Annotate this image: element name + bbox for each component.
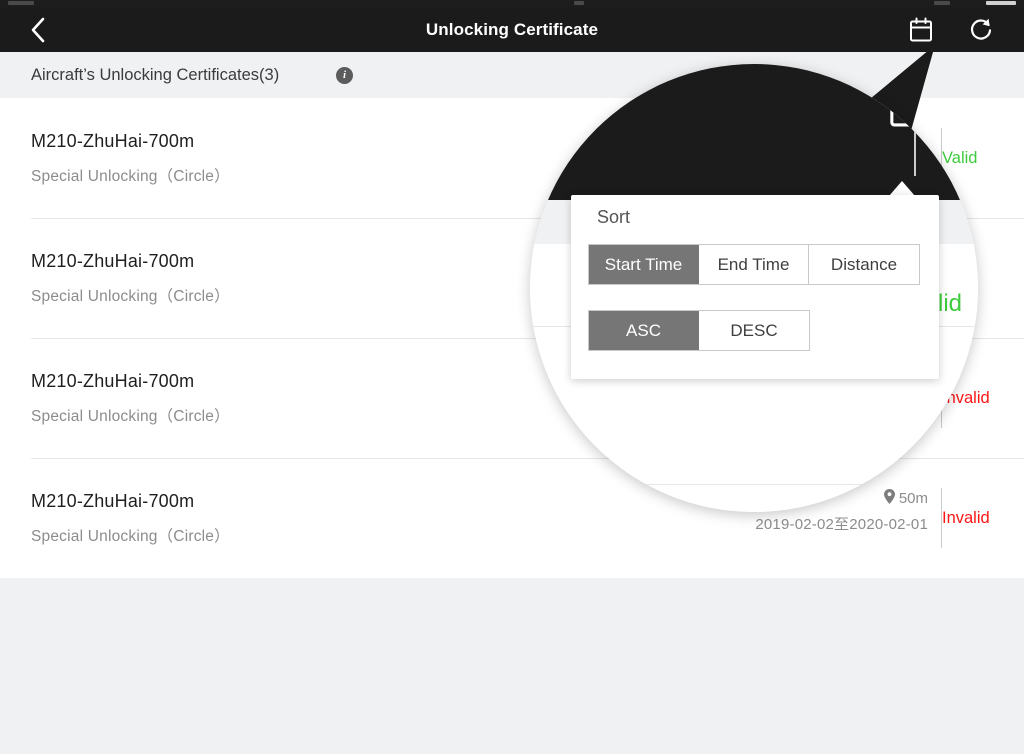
app-bar: Unlocking Certificate (0, 7, 1024, 52)
certificate-name: M210-ZhuHai-700m (31, 131, 195, 151)
magnified-row-divider (530, 484, 978, 485)
status-bar-center-indicator (574, 1, 584, 5)
sort-popup-title: Sort (597, 207, 631, 227)
status-bar-left-indicator (8, 1, 34, 5)
magnified-calendar-icon[interactable] (886, 86, 930, 130)
os-status-strip (0, 0, 1024, 7)
sort-order-segmented-control: ASC DESC (588, 310, 810, 351)
app-screen: Unlocking Certificate Aircraft’s Unlocki… (0, 0, 1024, 754)
sort-order-asc[interactable]: ASC (589, 311, 699, 350)
certificate-name: M210-ZhuHai-700m (31, 491, 195, 511)
magnified-status-badge: lid (938, 290, 963, 317)
page-title: Unlocking Certificate (425, 20, 599, 39)
magnified-status-badge: nvalid (922, 456, 978, 483)
magnified-status-badge: Valid (946, 84, 978, 111)
sort-option-start-time[interactable]: Start Time (589, 245, 699, 284)
calendar-icon[interactable] (902, 12, 940, 48)
status-bar-battery-indicator (986, 1, 1016, 5)
sort-option-distance[interactable]: Distance (809, 245, 919, 284)
magnified-row-divider-vertical (914, 64, 916, 176)
sort-popup-pointer (889, 181, 915, 196)
certificate-type: Special Unlocking（Circle） (31, 528, 230, 545)
certificate-type: Special Unlocking（Circle） (31, 408, 230, 425)
sort-popup: Sort Start Time End Time Distance ASC DE… (571, 195, 939, 379)
status-bar-signal-indicator (934, 1, 950, 5)
certificate-type: Special Unlocking（Circle） (31, 168, 230, 185)
certificate-type: Special Unlocking（Circle） (31, 288, 230, 305)
refresh-icon[interactable] (962, 12, 1000, 48)
info-icon[interactable]: i (336, 67, 353, 84)
subheader-label: Aircraft’s Unlocking Certificates(3) (31, 66, 280, 84)
magnified-app-bar (530, 64, 978, 200)
certificate-name: M210-ZhuHai-700m (31, 371, 195, 391)
sort-field-segmented-control: Start Time End Time Distance (588, 244, 920, 285)
sort-order-desc[interactable]: DESC (699, 311, 809, 350)
sort-option-end-time[interactable]: End Time (699, 245, 809, 284)
certificate-date-range: 2019-02-02至2020-02-01 (755, 516, 928, 533)
certificate-name: M210-ZhuHai-700m (31, 251, 195, 271)
